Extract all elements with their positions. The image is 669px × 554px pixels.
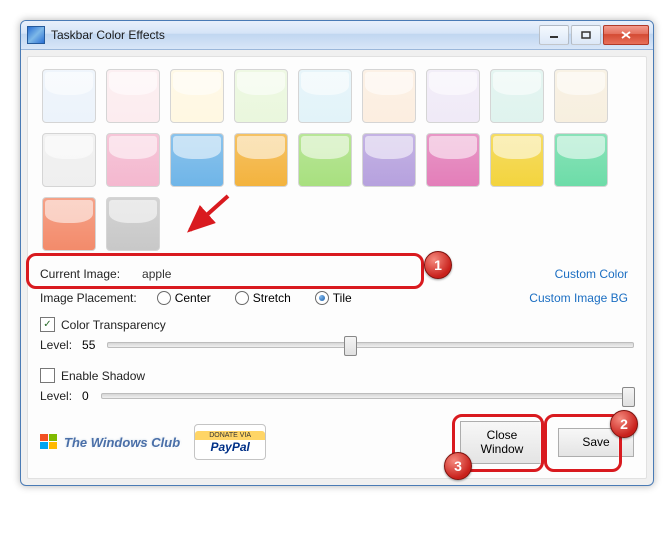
windows-flag-icon xyxy=(40,434,58,450)
transparency-slider[interactable] xyxy=(107,342,634,348)
color-swatch[interactable] xyxy=(298,69,352,123)
windows-club-logo[interactable]: The Windows Club xyxy=(40,434,180,450)
window-title: Taskbar Color Effects xyxy=(51,28,539,42)
titlebar[interactable]: Taskbar Color Effects xyxy=(21,21,653,50)
transparency-level-value: 55 xyxy=(82,338,95,352)
color-swatch[interactable] xyxy=(490,69,544,123)
radio-label: Center xyxy=(175,291,211,305)
maximize-button[interactable] xyxy=(571,25,601,45)
placement-label: Image Placement: xyxy=(40,291,137,305)
color-swatch[interactable] xyxy=(170,133,224,187)
color-swatch[interactable] xyxy=(106,69,160,123)
shadow-label: Enable Shadow xyxy=(61,369,145,383)
shadow-checkbox[interactable]: ✓ xyxy=(40,368,55,383)
color-swatch[interactable] xyxy=(106,133,160,187)
color-swatch[interactable] xyxy=(234,133,288,187)
save-button[interactable]: Save xyxy=(558,428,634,456)
minimize-button[interactable] xyxy=(539,25,569,45)
radio-label: Stretch xyxy=(253,291,291,305)
current-image-value: apple xyxy=(142,267,171,281)
radio-icon xyxy=(235,291,249,305)
radio-icon xyxy=(315,291,329,305)
color-swatch[interactable] xyxy=(234,69,288,123)
paypal-donate-button[interactable]: DONATE VIA PayPal xyxy=(194,424,266,460)
placement-stretch-radio[interactable]: Stretch xyxy=(235,291,291,305)
color-swatch[interactable] xyxy=(42,69,96,123)
color-swatch[interactable] xyxy=(170,69,224,123)
slider-thumb-icon[interactable] xyxy=(622,387,635,407)
transparency-label: Color Transparency xyxy=(61,318,166,332)
slider-thumb-icon[interactable] xyxy=(344,336,357,356)
placement-tile-radio[interactable]: Tile xyxy=(315,291,352,305)
color-swatch[interactable] xyxy=(42,197,96,251)
transparency-level-label: Level: xyxy=(40,338,72,352)
custom-image-bg-link[interactable]: Custom Image BG xyxy=(529,291,628,305)
radio-icon xyxy=(157,291,171,305)
shadow-slider[interactable] xyxy=(101,393,634,399)
color-swatch[interactable] xyxy=(106,197,160,251)
placement-center-radio[interactable]: Center xyxy=(157,291,211,305)
color-swatch-grid xyxy=(40,67,634,261)
color-swatch[interactable] xyxy=(298,133,352,187)
application-window: Taskbar Color Effects Current Image: app… xyxy=(20,20,654,486)
app-icon xyxy=(27,26,45,44)
color-swatch[interactable] xyxy=(426,69,480,123)
radio-label: Tile xyxy=(333,291,352,305)
shadow-level-value: 0 xyxy=(82,389,89,403)
transparency-checkbox[interactable]: ✓ xyxy=(40,317,55,332)
client-area: Current Image: apple Custom Color Image … xyxy=(27,56,647,479)
color-swatch[interactable] xyxy=(554,69,608,123)
color-swatch[interactable] xyxy=(362,133,416,187)
shadow-level-label: Level: xyxy=(40,389,72,403)
color-swatch[interactable] xyxy=(490,133,544,187)
custom-color-link[interactable]: Custom Color xyxy=(555,267,628,281)
color-swatch[interactable] xyxy=(362,69,416,123)
color-swatch[interactable] xyxy=(426,133,480,187)
close-window-button[interactable] xyxy=(603,25,649,45)
close-button[interactable]: Close Window xyxy=(460,421,544,464)
color-swatch[interactable] xyxy=(554,133,608,187)
current-image-label: Current Image: xyxy=(40,267,120,281)
color-swatch[interactable] xyxy=(42,133,96,187)
